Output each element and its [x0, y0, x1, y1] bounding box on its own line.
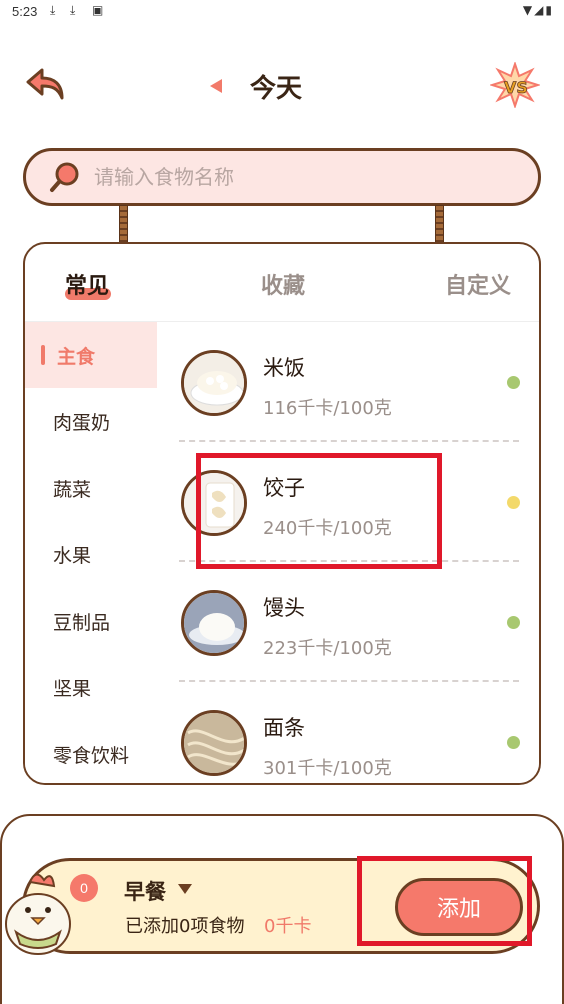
- category-label: 主食: [57, 345, 96, 368]
- health-dot: [507, 496, 520, 509]
- category-item-staple[interactable]: 主食: [25, 322, 157, 388]
- system-status-icons: ▼◢▮: [523, 3, 554, 17]
- status-time: 5:23: [12, 4, 38, 19]
- date-selector: 今天: [210, 66, 302, 106]
- food-calories: 116千卡/100克: [263, 398, 392, 419]
- category-item-fruits[interactable]: 水果: [25, 521, 157, 587]
- food-calories: 301千卡/100克: [263, 758, 392, 779]
- prev-day-arrow-icon[interactable]: [210, 79, 222, 93]
- download-icon: ⤓: [70, 3, 76, 17]
- back-arrow-icon: [26, 68, 64, 100]
- highlight-annotation: [357, 856, 532, 946]
- category-sidebar: 主食 肉蛋奶 蔬菜 水果 豆制品 坚果 零食饮料: [25, 322, 157, 783]
- food-image-noodles: [181, 710, 247, 776]
- category-item-meat-egg-milk[interactable]: 肉蛋奶: [25, 388, 157, 454]
- food-name: 馒头: [263, 596, 305, 620]
- meal-count-badge: 0: [70, 874, 98, 902]
- tab-bar: 常见 收藏 自定义: [25, 244, 539, 322]
- page-title: 今天: [250, 73, 303, 104]
- category-label: 坚果: [53, 677, 92, 700]
- food-item[interactable]: 馒头 223千卡/100克: [157, 562, 539, 682]
- signal-icon: ◢: [534, 3, 546, 17]
- compare-button[interactable]: VS: [488, 60, 542, 110]
- category-label: 豆制品: [53, 611, 111, 634]
- food-item[interactable]: 面条 301千卡/100克: [157, 682, 539, 783]
- food-item[interactable]: 米饭 116千卡/100克: [157, 322, 539, 442]
- rope-decoration: [435, 205, 444, 243]
- meal-title[interactable]: 早餐: [124, 876, 166, 906]
- search-bar[interactable]: [23, 148, 541, 206]
- meal-kcal: 0千卡: [264, 916, 312, 937]
- download-icon: ⤓: [50, 3, 56, 17]
- health-dot: [507, 376, 520, 389]
- battery-icon: ▮: [545, 3, 554, 17]
- search-icon: [50, 162, 79, 192]
- svg-text:VS: VS: [504, 78, 528, 97]
- rope-decoration: [119, 205, 128, 243]
- tab-common[interactable]: 常见: [65, 268, 109, 300]
- health-dot: [507, 736, 520, 749]
- food-name: 面条: [263, 716, 305, 740]
- caret-down-icon[interactable]: [178, 884, 192, 894]
- tab-custom[interactable]: 自定义: [445, 268, 511, 300]
- category-item-vegetables[interactable]: 蔬菜: [25, 455, 157, 521]
- category-label: 水果: [53, 544, 92, 567]
- search-input[interactable]: [94, 165, 494, 189]
- food-name: 米饭: [263, 356, 305, 380]
- wifi-icon: ▼: [522, 3, 535, 17]
- meal-summary: 已添加0项食物: [125, 916, 245, 937]
- food-image-steamed-bun: [181, 590, 247, 656]
- category-item-nuts[interactable]: 坚果: [25, 654, 157, 720]
- category-label: 肉蛋奶: [53, 411, 111, 434]
- category-item-snacks[interactable]: 零食饮料: [25, 721, 157, 783]
- accessibility-icon: ▣: [92, 3, 104, 17]
- category-label: 零食饮料: [53, 744, 130, 767]
- health-dot: [507, 616, 520, 629]
- category-item-soy[interactable]: 豆制品: [25, 588, 157, 654]
- status-bar: 5:23 ⤓ ⤓ ▣ ▼◢▮: [0, 0, 564, 24]
- category-label: 蔬菜: [53, 478, 92, 501]
- food-calories: 223千卡/100克: [263, 638, 392, 659]
- highlight-annotation: [196, 453, 442, 569]
- tab-favorites[interactable]: 收藏: [261, 268, 305, 300]
- vs-icon: VS: [488, 60, 542, 110]
- food-image-rice: [181, 350, 247, 416]
- back-button[interactable]: [24, 64, 68, 104]
- chicken-mascot-icon: [2, 862, 76, 958]
